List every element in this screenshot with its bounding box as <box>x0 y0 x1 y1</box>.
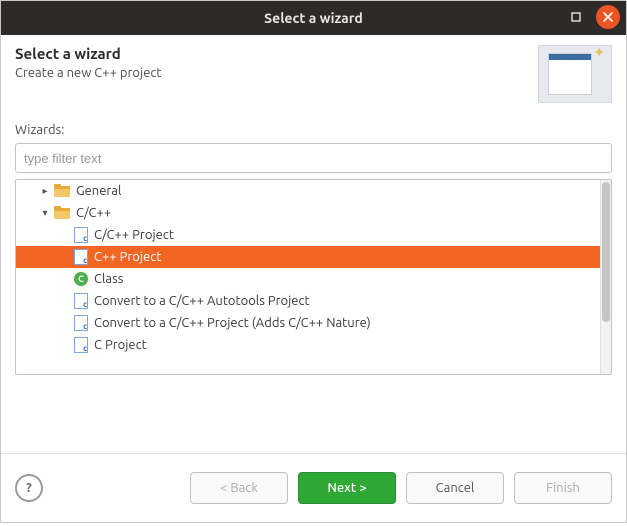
expander-icon[interactable]: ▾ <box>40 207 50 219</box>
tree-item-label: General <box>74 184 121 198</box>
finish-button[interactable]: Finish <box>514 472 612 504</box>
window-title: Select a wizard <box>264 10 363 26</box>
next-button[interactable]: Next > <box>298 472 396 504</box>
maximize-button[interactable] <box>564 5 588 29</box>
file-icon <box>74 227 88 243</box>
body: Wizards: ▸ General ▾ C/C++ C/C++ Project C++ … <box>1 117 626 389</box>
expander-icon[interactable]: ▸ <box>40 185 50 197</box>
wizard-tree[interactable]: ▸General▾C/C++C/C++ ProjectC++ ProjectCC… <box>15 179 612 375</box>
class-icon: C <box>74 272 88 286</box>
footer: ? < Back Next > Cancel Finish <box>1 453 626 522</box>
file-icon <box>74 249 88 265</box>
banner: Select a wizard Create a new C++ project <box>1 35 626 117</box>
tree-item-label: C++ Project <box>92 250 161 264</box>
window-controls <box>564 5 620 29</box>
close-button[interactable] <box>596 5 620 29</box>
tree-item-label: Convert to a C/C++ Project (Adds C/C++ N… <box>92 316 371 330</box>
tree-item-label: Class <box>92 272 123 286</box>
file-icon <box>74 315 88 331</box>
tree-item-ccpp-proj[interactable]: C/C++ Project <box>16 224 601 246</box>
tree-item-cpp-proj[interactable]: C++ Project <box>16 246 601 268</box>
cancel-button[interactable]: Cancel <box>406 472 504 504</box>
tree-item-c-proj[interactable]: C Project <box>16 334 601 356</box>
tree-item-conv-auto[interactable]: Convert to a C/C++ Autotools Project <box>16 290 601 312</box>
back-button[interactable]: < Back <box>190 472 288 504</box>
banner-heading: Select a wizard <box>15 45 528 62</box>
tree-item-label: C/C++ <box>74 206 111 220</box>
tree-item-conv-nat[interactable]: Convert to a C/C++ Project (Adds C/C++ N… <box>16 312 601 334</box>
help-button[interactable]: ? <box>15 474 43 502</box>
wizard-icon <box>538 45 612 103</box>
wizard-dialog: Select a wizard Select a wizard Create a… <box>0 0 627 523</box>
filter-input[interactable] <box>15 143 612 173</box>
tree-item-ccpp[interactable]: ▾ C/C++ <box>16 202 601 224</box>
wizards-label: Wizards: <box>15 123 612 137</box>
tree-scrollbar[interactable] <box>600 180 611 374</box>
tree-item-class[interactable]: C Class <box>16 268 601 290</box>
tree-item-general[interactable]: ▸ General <box>16 180 601 202</box>
scrollbar-thumb[interactable] <box>602 182 610 322</box>
folder-open-icon <box>54 206 70 220</box>
tree-item-label: Convert to a C/C++ Autotools Project <box>92 294 310 308</box>
tree-item-label: C/C++ Project <box>92 228 174 242</box>
banner-subtitle: Create a new C++ project <box>15 66 528 80</box>
tree-item-label: C Project <box>92 338 147 352</box>
titlebar: Select a wizard <box>1 1 626 35</box>
file-icon <box>74 337 88 353</box>
folder-icon <box>54 184 70 198</box>
file-icon <box>74 293 88 309</box>
